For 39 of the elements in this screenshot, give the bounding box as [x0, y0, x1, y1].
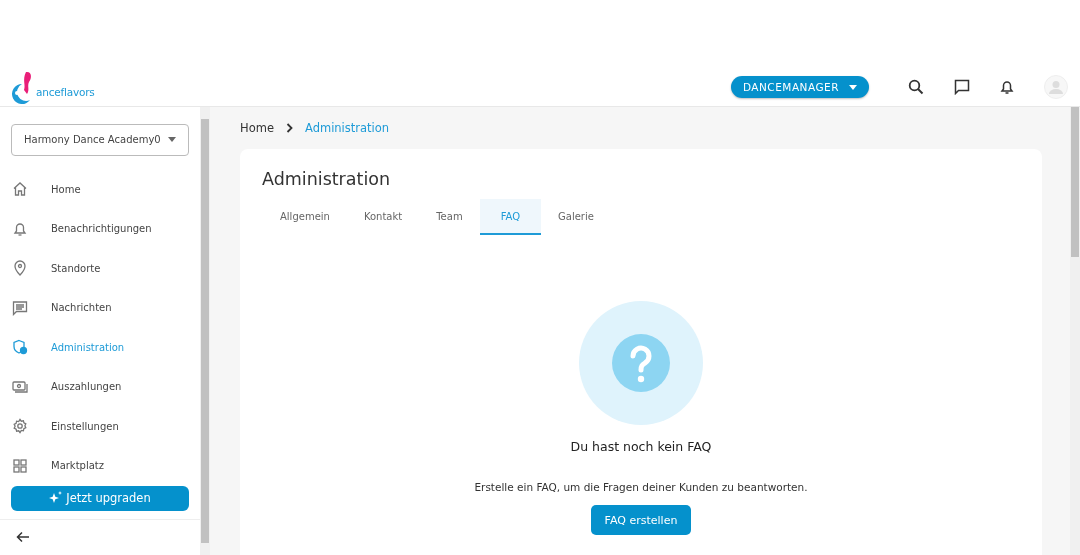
bell-icon[interactable]	[1000, 79, 1014, 95]
logo-text: anceflavors	[36, 86, 95, 98]
back-arrow-icon[interactable]	[16, 531, 30, 543]
map-pin-icon	[12, 260, 28, 277]
caret-icon	[849, 84, 857, 90]
tab[interactable]: Team	[419, 199, 480, 235]
tab[interactable]: Kontakt	[346, 199, 420, 235]
home-icon	[12, 181, 28, 198]
page-title: Administration	[262, 169, 392, 189]
question-mark-icon	[579, 301, 703, 425]
nav-item[interactable]: Marktplatz	[0, 446, 200, 486]
grid-icon	[12, 457, 28, 474]
caret-icon	[168, 137, 176, 143]
empty-state-title: Du hast noch kein FAQ	[570, 439, 712, 454]
chat-icon[interactable]	[954, 79, 970, 95]
nav-item[interactable]: Nachrichten	[0, 288, 200, 328]
breadcrumb-current: Administration	[304, 121, 390, 135]
upgrade-button[interactable]: Jetzt upgraden	[11, 485, 189, 511]
breadcrumb-link[interactable]: Home	[240, 121, 274, 135]
bell-icon	[12, 220, 28, 237]
nav-item[interactable]: Einstellungen	[0, 406, 200, 447]
studio-select[interactable]: Harmony Dance Academy0	[11, 124, 189, 156]
nav-item[interactable]: Auszahlungen	[0, 367, 200, 407]
nav-item[interactable]: Home	[0, 169, 200, 210]
message-icon	[12, 299, 28, 316]
scrollbar-thumb[interactable]	[1071, 107, 1079, 257]
create-faq-button[interactable]: FAQ erstellen	[590, 505, 692, 535]
empty-state-text: Erstelle ein FAQ, um die Fragen deiner Kunden zu beantworten.	[474, 481, 808, 493]
tab[interactable]: Allgemein	[263, 199, 347, 235]
settings-icon	[12, 418, 28, 435]
shield-icon	[12, 339, 28, 356]
role-dropdown-button[interactable]: DANCEMANAGER	[730, 76, 869, 98]
nav-item[interactable]: Benachrichtigungen	[0, 209, 200, 249]
nav-item[interactable]: Standorte	[0, 248, 200, 289]
banknote-icon	[12, 378, 28, 395]
chevron-right-icon	[285, 123, 293, 133]
search-icon[interactable]	[908, 79, 924, 95]
scrollbar-thumb[interactable]	[201, 119, 209, 543]
tab[interactable]: Galerie	[541, 199, 611, 235]
